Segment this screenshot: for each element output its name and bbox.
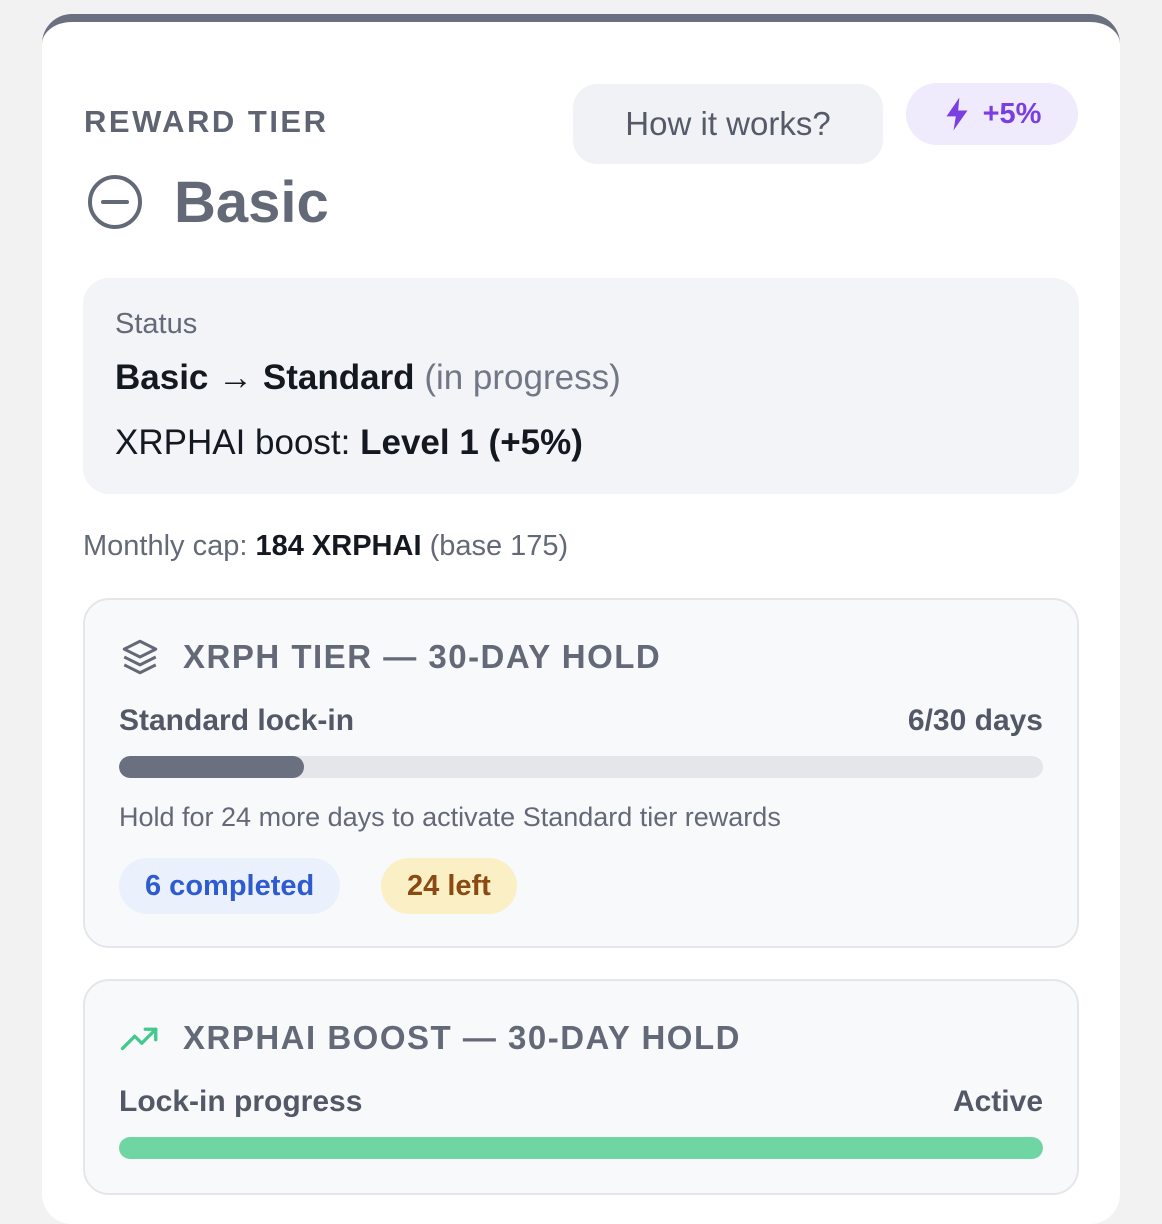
xrphai-boost-title-text: XRPHAI BOOST — 30-DAY HOLD <box>183 1019 741 1056</box>
xrphai-progress-fill <box>119 1137 1043 1159</box>
status-to-tier: Standard <box>262 358 415 397</box>
monthly-cap: Monthly cap: 184 XRPHAI (base 175) <box>83 530 568 563</box>
minus-circle-icon <box>88 175 142 229</box>
xrph-progress-fill <box>119 756 304 778</box>
status-boost: XRPHAI boost: Level 1 (+5%) <box>115 423 583 463</box>
reward-tier-card: REWARD TIER How it works? +5% Basic Stat… <box>42 14 1120 1224</box>
xrphai-progress-label: Lock-in progress <box>119 1085 363 1118</box>
monthly-cap-label: Monthly cap: <box>83 530 248 562</box>
trending-up-icon <box>120 1027 158 1051</box>
xrph-tier-panel: XRPH TIER — 30-DAY HOLD Standard lock-in… <box>83 598 1079 948</box>
monthly-cap-value: 184 XRPHAI <box>255 530 422 562</box>
status-arrow: → <box>218 358 254 397</box>
xrph-progress-value: 6/30 days <box>907 704 1043 737</box>
lightning-bolt-icon <box>946 97 968 131</box>
xrph-tier-title: XRPH TIER — 30-DAY HOLD <box>119 636 661 678</box>
boost-badge[interactable]: +5% <box>906 83 1078 145</box>
xrph-progress-bar <box>119 756 1043 778</box>
days-left-chip: 24 left <box>381 858 517 914</box>
how-it-works-button[interactable]: How it works? <box>573 84 883 164</box>
current-tier: Basic <box>86 162 329 242</box>
monthly-cap-base: (base 175) <box>429 530 569 562</box>
tier-name: Basic <box>174 169 329 235</box>
xrph-tier-title-text: XRPH TIER — 30-DAY HOLD <box>183 638 662 675</box>
xrph-progress-row: Standard lock-in 6/30 days <box>119 704 1043 738</box>
section-eyebrow: REWARD TIER <box>84 104 329 139</box>
xrphai-boost-panel: XRPHAI BOOST — 30-DAY HOLD Lock-in progr… <box>83 979 1079 1195</box>
completed-chip: 6 completed <box>119 858 341 914</box>
status-transition: Basic → Standard (in progress) <box>115 358 621 398</box>
xrph-hint: Hold for 24 more days to activate Standa… <box>119 802 781 832</box>
layers-stack-icon <box>122 639 158 675</box>
status-progress-note: (in progress) <box>424 358 621 397</box>
status-boost-value: Level 1 (+5%) <box>360 423 583 462</box>
xrphai-progress-row: Lock-in progress Active <box>119 1085 1043 1119</box>
xrphai-progress-bar <box>119 1137 1043 1159</box>
status-box: Status Basic → Standard (in progress) XR… <box>83 278 1079 494</box>
boost-badge-label: +5% <box>982 97 1042 130</box>
status-label: Status <box>115 308 198 340</box>
xrph-progress-label: Standard lock-in <box>119 704 355 737</box>
status-from-tier: Basic <box>115 358 209 397</box>
status-boost-label: XRPHAI boost: <box>115 423 351 462</box>
xrphai-boost-title: XRPHAI BOOST — 30-DAY HOLD <box>119 1017 741 1059</box>
xrphai-progress-value: Active <box>952 1085 1043 1118</box>
